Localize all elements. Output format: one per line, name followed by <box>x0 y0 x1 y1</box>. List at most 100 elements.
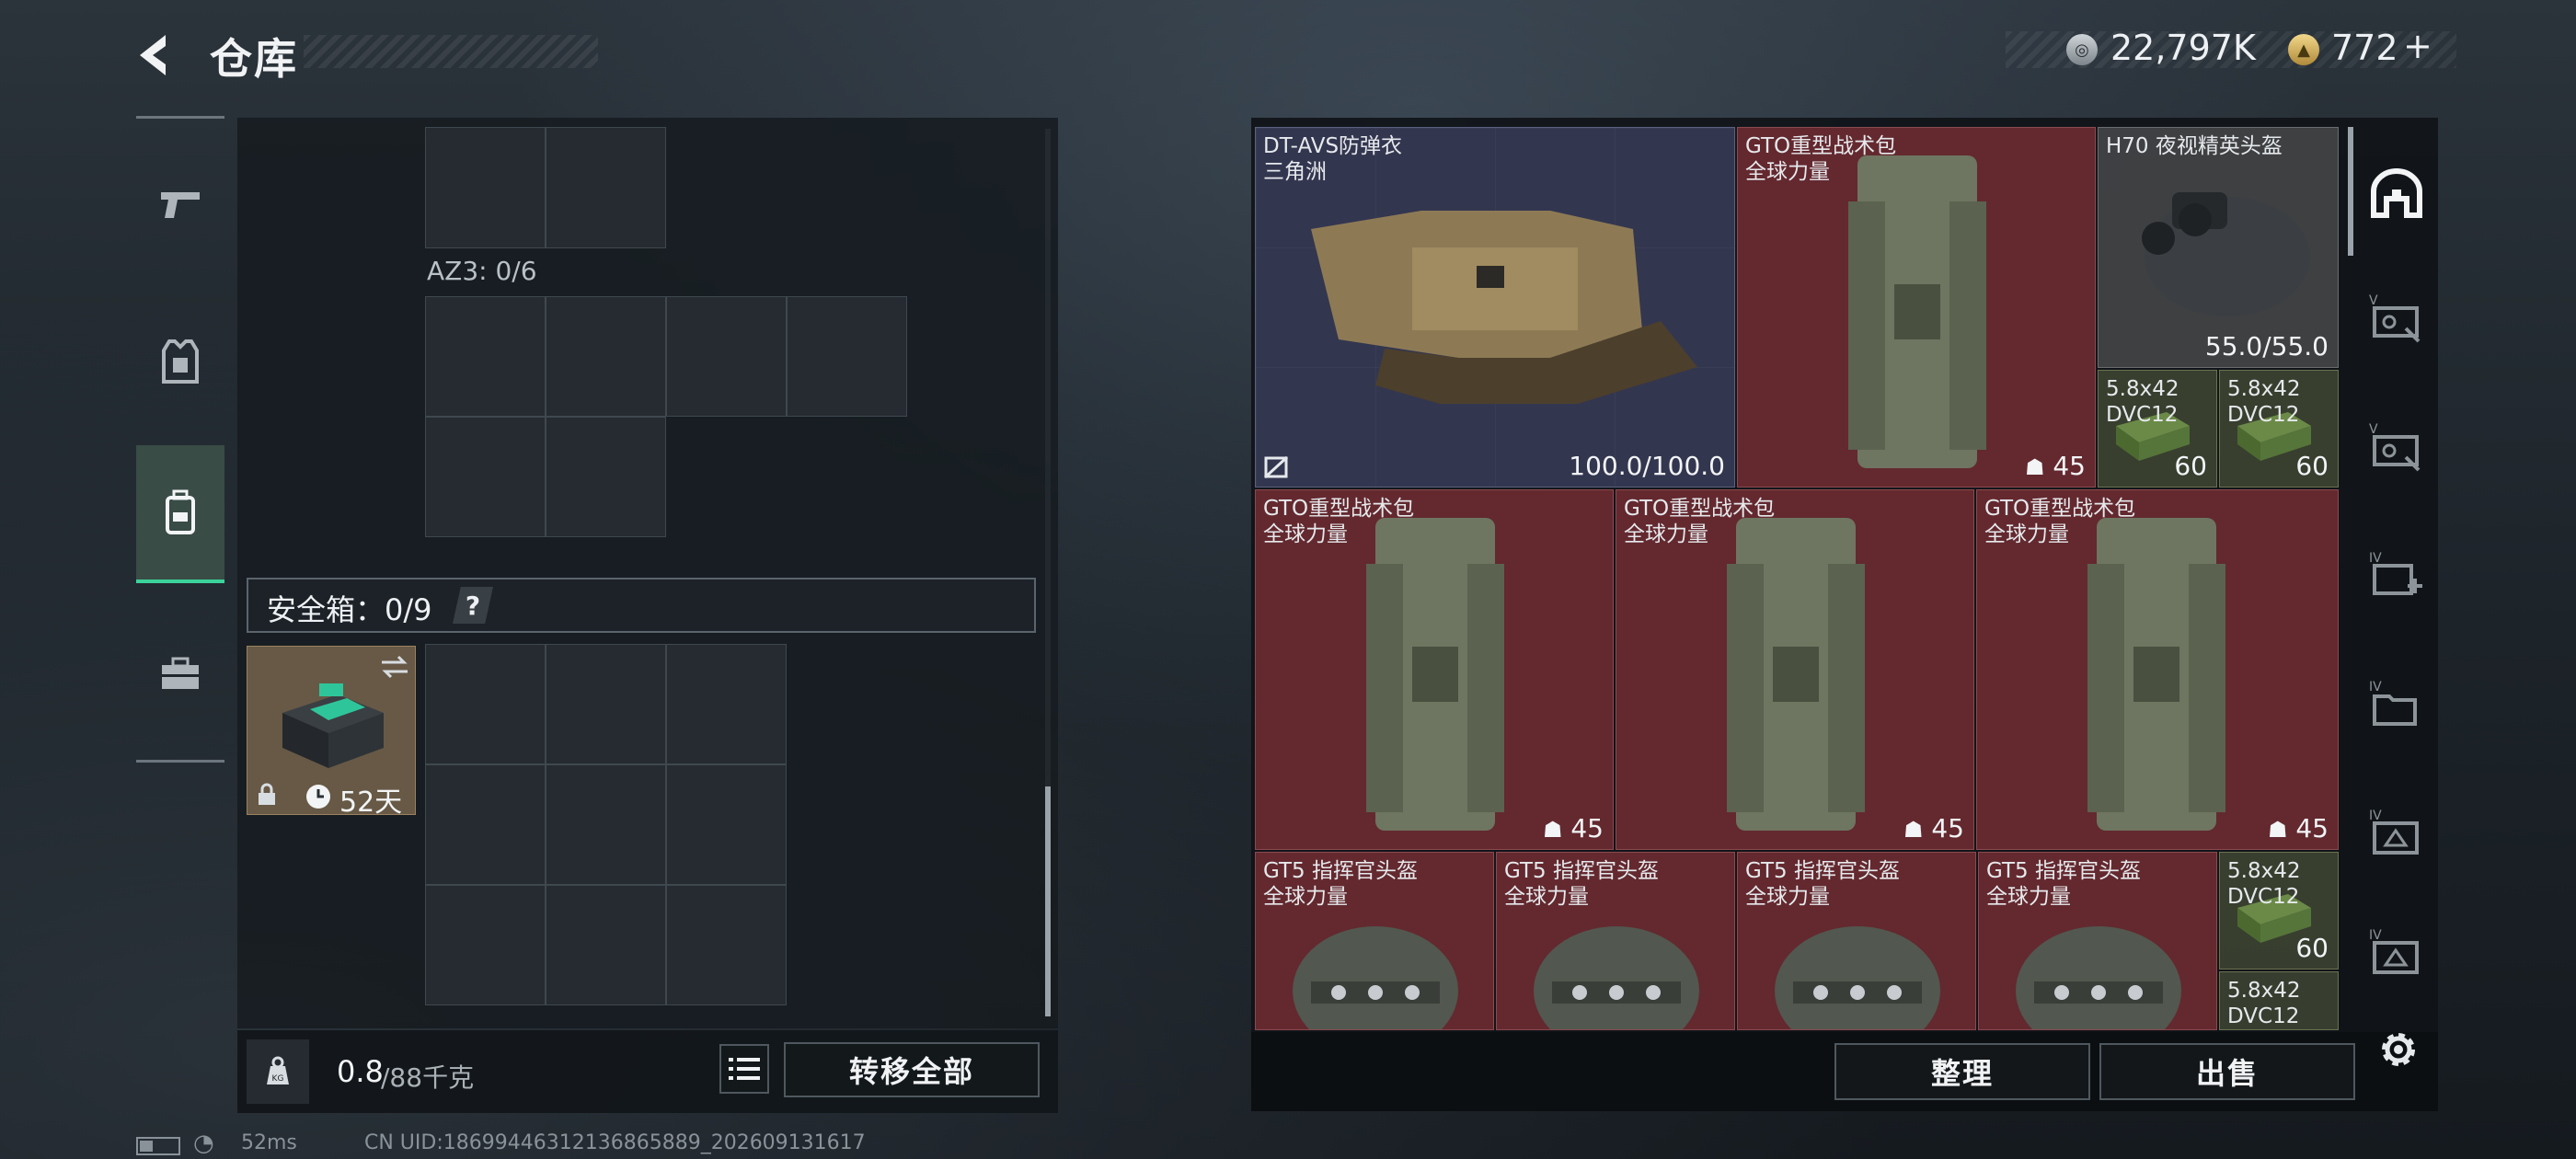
safe-slot[interactable] <box>425 885 546 1005</box>
page-title: 仓库 <box>210 34 298 84</box>
list-view-button[interactable] <box>719 1044 769 1094</box>
safe-box-label: 安全箱：0/9 <box>267 592 432 627</box>
item-name: GTO重型战术包 全球力量 <box>1624 497 1776 546</box>
side-tab-add-iv[interactable]: IV <box>2351 524 2443 625</box>
item-name: GT5 指挥官头盔 全球力量 <box>1745 859 1900 909</box>
safe-slot[interactable] <box>425 764 546 885</box>
item-gt5-helmet[interactable]: GT5 指挥官头盔 全球力量 <box>1255 852 1494 1030</box>
transfer-all-button[interactable]: 转移全部 <box>784 1042 1040 1097</box>
broken-icon <box>1263 455 1289 479</box>
gear-icon <box>2382 1033 2415 1066</box>
helmet-image <box>1293 926 1458 1029</box>
side-tab-helmet[interactable] <box>2351 143 2443 244</box>
toolbox-icon <box>162 657 199 689</box>
capacity-icon: ☗ <box>1542 817 1563 843</box>
svg-text:V: V <box>2369 422 2378 437</box>
sell-button[interactable]: 出售 <box>2099 1043 2355 1100</box>
clock-icon <box>306 785 330 809</box>
silver-amount: 22,797K <box>2110 28 2256 68</box>
safe-box-duration: 52天 <box>339 786 403 819</box>
side-tab-folder-iv[interactable]: IV <box>2351 653 2443 754</box>
swap-icon <box>382 655 408 679</box>
svg-text:IV: IV <box>2369 551 2382 566</box>
item-armor-vest[interactable]: DT-AVS防弹衣 三角洲 100.0/100.0 <box>1255 127 1735 488</box>
item-name: GTO重型战术包 全球力量 <box>1745 134 1897 184</box>
svg-text:IV: IV <box>2369 928 2382 943</box>
item-name: 5.8x42 DVC12 <box>2227 377 2301 427</box>
back-arrow-icon <box>140 35 166 75</box>
item-capacity: ☗ 45 <box>2024 451 2086 481</box>
folder-iv-icon: IV <box>2369 680 2417 726</box>
item-h70-helmet[interactable]: H70 夜视精英头盔 55.0/55.0 <box>2098 127 2339 368</box>
item-gto-backpack[interactable]: GTO重型战术包 全球力量 ☗ 45 <box>1616 489 1974 850</box>
item-capacity: ☗ 45 <box>1542 813 1604 843</box>
armor-icon <box>162 339 199 384</box>
az3-slot[interactable] <box>425 296 546 417</box>
backpack-slot[interactable] <box>546 127 666 248</box>
item-gt5-helmet[interactable]: GT5 指挥官头盔 全球力量 <box>1496 852 1735 1030</box>
safe-slot[interactable] <box>425 644 546 764</box>
side-tab-case-iv[interactable]: IV <box>2351 782 2443 883</box>
tab-divider-bottom <box>136 760 224 763</box>
item-name: GTO重型战术包 全球力量 <box>1263 497 1415 546</box>
side-tab-case-v2[interactable]: V <box>2351 396 2443 497</box>
safe-slot[interactable] <box>546 644 666 764</box>
tab-weapons[interactable] <box>136 136 224 274</box>
side-tab-case-iv2[interactable]: IV <box>2351 911 2443 993</box>
settings-button[interactable] <box>2374 1025 2423 1074</box>
safe-slot[interactable] <box>546 885 666 1005</box>
item-count: 60 <box>2295 451 2329 481</box>
scrollbar-thumb[interactable] <box>1045 786 1051 1016</box>
sort-button[interactable]: 整理 <box>1834 1043 2090 1100</box>
az3-capacity-label: AZ3: 0/6 <box>427 256 537 286</box>
safe-slot[interactable] <box>666 644 787 764</box>
item-name: 5.8x42 DVC12 <box>2106 377 2179 427</box>
az3-slot[interactable] <box>546 296 666 417</box>
item-ammo-box[interactable]: 5.8x42 DVC12 <box>2219 971 2339 1030</box>
item-ammo-box[interactable]: 5.8x42 DVC12 60 <box>2098 370 2217 488</box>
helmet-slot-icon <box>2371 168 2422 218</box>
svg-text:IV: IV <box>2369 680 2382 694</box>
item-count: 60 <box>2174 451 2207 481</box>
backpack-slot[interactable] <box>425 127 546 248</box>
item-gt5-helmet[interactable]: GT5 指挥官头盔 全球力量 <box>1978 852 2217 1030</box>
item-ammo-box[interactable]: 5.8x42 DVC12 60 <box>2219 370 2339 488</box>
helmet-image <box>1775 926 1940 1029</box>
svg-text:V: V <box>2369 293 2378 308</box>
safe-box-item[interactable]: 52天 <box>247 646 416 819</box>
item-gto-backpack[interactable]: GTO重型战术包 全球力量 ☗ 45 <box>1976 489 2339 850</box>
az3-slot[interactable] <box>546 417 666 537</box>
item-name: H70 夜视精英头盔 <box>2106 134 2283 158</box>
item-capacity: ☗ 45 <box>2267 813 2329 843</box>
case-iv2-icon: IV <box>2369 928 2419 974</box>
az3-slot[interactable] <box>425 417 546 537</box>
svg-text:KG: KG <box>272 1074 284 1084</box>
item-gt5-helmet[interactable]: GT5 指挥官头盔 全球力量 <box>1737 852 1976 1030</box>
item-name: DT-AVS防弹衣 三角洲 <box>1263 134 1403 184</box>
item-durability: 55.0/55.0 <box>2204 331 2329 361</box>
item-capacity: ☗ 45 <box>1903 813 1964 843</box>
safe-box-image <box>282 683 384 768</box>
capacity-icon: ☗ <box>1903 817 1924 843</box>
back-button[interactable] <box>129 29 180 81</box>
add-currency-button[interactable]: + <box>2403 26 2432 66</box>
safe-slot[interactable] <box>666 885 787 1005</box>
item-name: 5.8x42 DVC12 <box>2227 979 2301 1028</box>
item-ammo-box[interactable]: 5.8x42 DVC12 60 <box>2219 852 2339 970</box>
safe-slot[interactable] <box>546 764 666 885</box>
az3-slot[interactable] <box>666 296 787 417</box>
helmet-image <box>2016 926 2181 1029</box>
item-gto-backpack[interactable]: GTO重型战术包 全球力量 ☗ 45 <box>1737 127 2096 488</box>
side-tab-case-v[interactable]: V <box>2351 267 2443 368</box>
armor-vest-image <box>1311 211 1697 404</box>
az3-slot[interactable] <box>787 296 907 417</box>
tab-toolbox[interactable] <box>136 605 224 743</box>
backpack-image <box>1848 155 1986 468</box>
item-count: 60 <box>2295 933 2329 963</box>
safe-slot[interactable] <box>666 764 787 885</box>
wifi-icon: ◔ <box>193 1130 214 1157</box>
tab-armor[interactable] <box>136 293 224 430</box>
item-gto-backpack[interactable]: GTO重型战术包 全球力量 ☗ 45 <box>1255 489 1614 850</box>
tab-backpack[interactable] <box>136 445 224 583</box>
weight-current: 0.8 <box>337 1054 384 1089</box>
